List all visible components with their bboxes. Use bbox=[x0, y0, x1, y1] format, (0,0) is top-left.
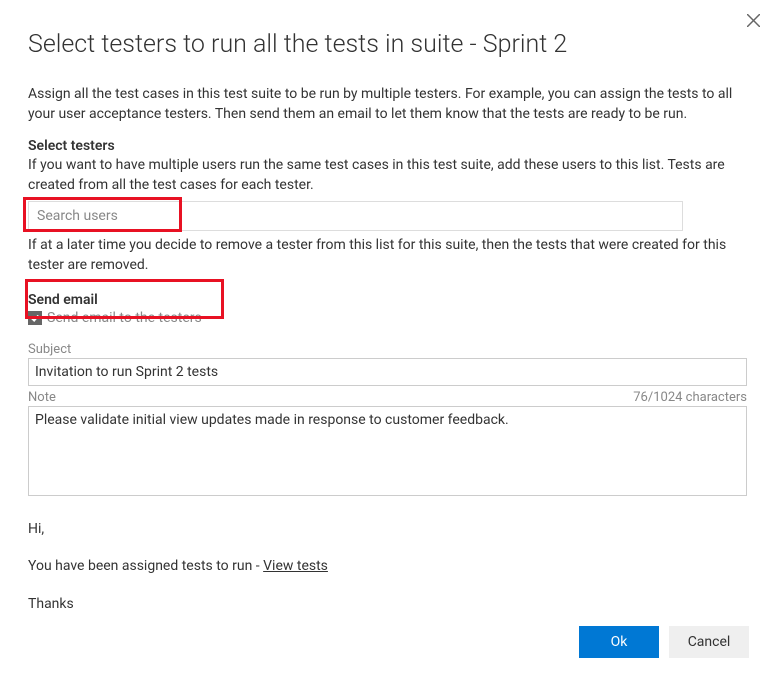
note-label: Note bbox=[28, 390, 56, 405]
select-testers-remove-note: If at a later time you decide to remove … bbox=[28, 236, 747, 275]
preview-greeting: Hi, bbox=[28, 520, 747, 540]
preview-signoff: Thanks bbox=[28, 595, 747, 615]
cancel-button[interactable]: Cancel bbox=[669, 626, 749, 658]
dialog-intro: Assign all the test cases in this test s… bbox=[28, 85, 747, 124]
dialog-footer: Ok Cancel bbox=[579, 626, 749, 658]
preview-line1-prefix: You have been assigned tests to run - bbox=[28, 558, 263, 574]
select-testers-helper: If you want to have multiple users run t… bbox=[28, 156, 747, 195]
send-email-heading: Send email bbox=[28, 292, 747, 308]
send-email-section: Send email Send email to the testers bbox=[28, 292, 747, 326]
search-users-input[interactable] bbox=[28, 201, 683, 231]
send-email-checkbox-label: Send email to the testers bbox=[47, 310, 202, 326]
select-testers-section: Select testers If you want to have multi… bbox=[28, 138, 747, 291]
select-testers-dialog: Select testers to run all the tests in s… bbox=[0, 0, 775, 676]
view-tests-link[interactable]: View tests bbox=[263, 558, 328, 574]
close-button[interactable] bbox=[741, 8, 765, 32]
note-char-count: 76/1024 characters bbox=[633, 390, 747, 405]
check-icon bbox=[30, 313, 40, 323]
note-textarea[interactable] bbox=[28, 406, 747, 496]
send-email-checkbox[interactable] bbox=[28, 311, 42, 325]
preview-body: You have been assigned tests to run - Vi… bbox=[28, 557, 747, 577]
close-icon bbox=[747, 14, 760, 27]
email-preview: Hi, You have been assigned tests to run … bbox=[28, 520, 747, 633]
subject-input[interactable] bbox=[28, 358, 747, 386]
dialog-title: Select testers to run all the tests in s… bbox=[28, 30, 747, 59]
ok-button[interactable]: Ok bbox=[579, 626, 659, 658]
subject-label: Subject bbox=[28, 342, 747, 357]
select-testers-heading: Select testers bbox=[28, 138, 747, 154]
